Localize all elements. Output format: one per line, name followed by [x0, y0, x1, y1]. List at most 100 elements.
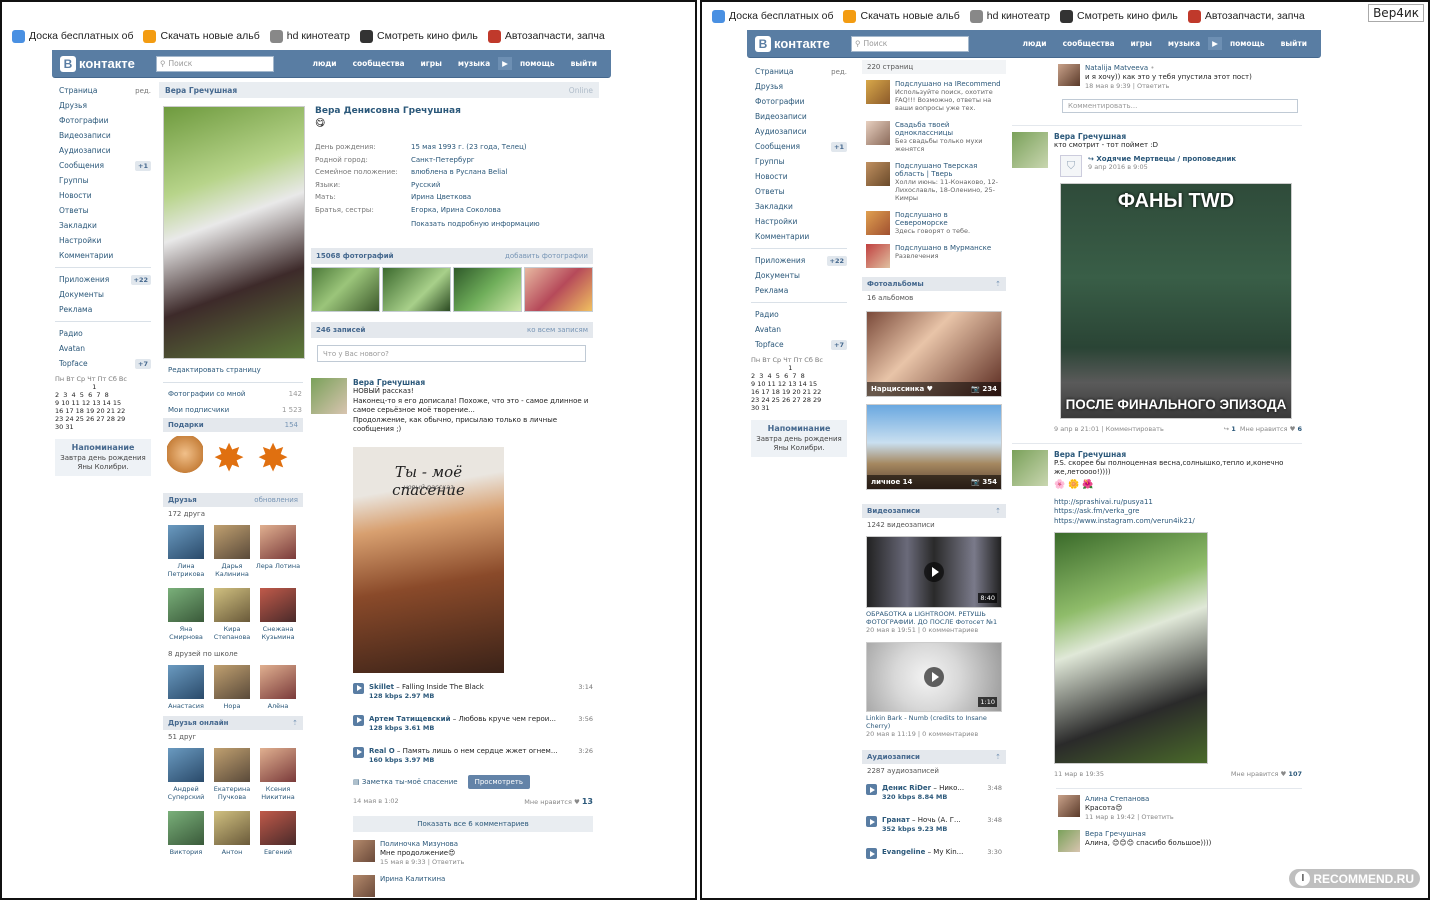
friend-item[interactable]: Кира Степанова [209, 588, 255, 641]
audio-track[interactable]: Денис RiDer – Нико... 320 kbps 8.84 MB 3:4… [866, 784, 1002, 802]
search-input[interactable]: ⚲ Поиск [156, 55, 274, 72]
friend-avatar[interactable] [168, 525, 204, 559]
friend-item[interactable]: Екатерина Пучкова [209, 748, 255, 801]
wall-bar[interactable]: 246 записей ко всем записям [311, 322, 593, 338]
calendar-row[interactable]: 16 17 18 19 20 21 22 [55, 407, 151, 415]
nav-music[interactable]: музыка [1160, 39, 1208, 48]
calendar-row[interactable]: 2 3 4 5 6 7 8 [751, 372, 847, 380]
calendar-row[interactable]: 2 3 4 5 6 7 8 [55, 391, 151, 399]
post-cover-image[interactable]: Ты - моё спасение новый рассказ [353, 446, 504, 673]
photo-thumb[interactable] [382, 267, 451, 312]
calendar-row[interactable]: 23 24 25 26 27 28 29 [55, 415, 151, 423]
post-link[interactable]: https://ask.fm/verka_gre [1054, 507, 1302, 517]
public-page-item[interactable]: Подслушано в Североморске Здесь говорят о… [866, 211, 1002, 235]
play-icon[interactable] [353, 746, 364, 758]
sidebar-item[interactable]: Комментарии [55, 248, 151, 263]
sidebar-item[interactable]: Комментарии [751, 229, 847, 244]
audio-track[interactable]: Skillet – Falling Inside The Black 128 kb… [353, 682, 593, 701]
bookmark-item[interactable]: Автозапчасти, запча [487, 29, 605, 43]
post-link[interactable]: http://sprashivai.ru/pusya11 [1054, 498, 1302, 508]
commenter-avatar[interactable] [1058, 830, 1080, 852]
sidebar-item[interactable]: Новости [55, 188, 151, 203]
public-avatar[interactable] [866, 211, 890, 235]
photos-bar[interactable]: 15068 фотографий добавить фотографии [311, 248, 593, 264]
wall-post-input[interactable]: Что у Вас нового? [317, 345, 586, 362]
nav-communities[interactable]: сообщества [345, 59, 413, 68]
videos-bar[interactable]: Видеозаписи ⇡ [862, 504, 1006, 518]
sidebar-item[interactable]: Радио [751, 307, 847, 322]
online-friends-bar[interactable]: Друзья онлайн ⇡ [163, 716, 303, 730]
like-heart-icon[interactable]: ♥ [1290, 425, 1296, 433]
post-date[interactable]: 11 мар в 19:35 [1054, 770, 1104, 778]
birthday-reminder[interactable]: Напоминание Завтра день рождения Яны Коли… [751, 420, 847, 457]
calendar-row[interactable]: 1 [55, 383, 151, 391]
friend-avatar[interactable] [214, 665, 250, 699]
friend-avatar[interactable] [260, 748, 296, 782]
sidebar-item[interactable]: Документы [55, 287, 151, 302]
sidebar-item[interactable]: Реклама [751, 283, 847, 298]
post-date[interactable]: 14 мая в 1:02 [353, 797, 399, 806]
nav-people[interactable]: люди [304, 59, 344, 68]
vk-logo[interactable]: Вконтакте [60, 55, 156, 72]
albums-bar[interactable]: Фотоальбомы ⇡ [862, 277, 1006, 291]
like-button[interactable]: Мне нравится ♥ 13 [524, 797, 593, 806]
friend-avatar[interactable] [168, 748, 204, 782]
friend-item[interactable]: Евгений [255, 811, 301, 856]
calendar-row[interactable]: 30 31 [55, 423, 151, 431]
sidebar-item[interactable]: Группы [751, 154, 847, 169]
friend-item[interactable]: Снежана Кузьмина [255, 588, 301, 641]
calendar-row[interactable]: 9 10 11 12 13 14 15 [55, 399, 151, 407]
friends-bar[interactable]: Друзья обновления [163, 493, 303, 507]
commenter-avatar[interactable] [353, 874, 375, 897]
audio-track[interactable]: Real O – Память лишь о нем сердце жжет о… [353, 746, 593, 765]
commenter-avatar[interactable] [1058, 795, 1080, 817]
friend-avatar[interactable] [214, 525, 250, 559]
sidebar-item[interactable]: Аудиозаписи [751, 124, 847, 139]
friend-avatar[interactable] [168, 811, 204, 845]
view-button[interactable]: Просмотреть [467, 774, 530, 789]
friend-item[interactable]: Нора [209, 665, 255, 710]
post-author-avatar[interactable] [1012, 132, 1048, 168]
sidebar-item[interactable]: Видеозаписи [55, 128, 151, 143]
bookmark-item[interactable]: Доска бесплатных об [12, 29, 133, 43]
calendar-row[interactable]: 1 [751, 364, 847, 372]
music-play-icon[interactable]: ▶ [1208, 37, 1222, 50]
public-avatar[interactable] [866, 121, 890, 145]
bookmark-item[interactable]: Смотреть кино филь [1060, 9, 1178, 23]
audio-track[interactable]: Артем Татищевский – Любовь круче чем гер… [353, 714, 593, 733]
bookmark-item[interactable]: hd кинотеатр [969, 9, 1050, 23]
play-icon[interactable] [866, 816, 877, 827]
friend-avatar[interactable] [260, 665, 296, 699]
post-author-avatar[interactable] [311, 378, 347, 414]
sidebar-item[interactable]: Ответы [751, 184, 847, 199]
friend-avatar[interactable] [260, 525, 296, 559]
show-all-comments-button[interactable]: Показать все 6 комментариев [353, 815, 593, 832]
bookmark-item[interactable]: Смотреть кино филь [360, 29, 478, 43]
post-author[interactable]: Вера Гречушная [1054, 450, 1302, 459]
sidebar-item[interactable]: Друзья [55, 98, 151, 113]
nav-games[interactable]: игры [1123, 39, 1160, 48]
friend-avatar[interactable] [214, 588, 250, 622]
gift-star-icon[interactable]: ✸ [211, 436, 247, 480]
sidebar-item[interactable]: Фотографии [55, 113, 151, 128]
friend-item[interactable]: Лера Лотина [255, 525, 301, 578]
gift-star-icon[interactable]: ✸ [255, 436, 291, 480]
nav-help[interactable]: помощь [1222, 39, 1273, 48]
play-icon[interactable] [353, 714, 364, 726]
subscribers-link[interactable]: Мои подписчики 1 523 [168, 406, 302, 414]
edit-page-link[interactable]: Редактировать страницу [168, 366, 261, 374]
bookmark-item[interactable]: Скачать новые альб [843, 9, 960, 23]
calendar-row[interactable]: 30 31 [751, 404, 847, 412]
sidebar-item[interactable]: Фотографии [751, 94, 847, 109]
nav-people[interactable]: люди [1014, 39, 1054, 48]
nav-help[interactable]: помощь [512, 59, 563, 68]
post-date[interactable]: 9 апр в 21:01 | Комментировать [1054, 425, 1164, 433]
sidebar-item[interactable]: Страница ред. [55, 83, 151, 98]
commenter-avatar[interactable] [1058, 64, 1080, 86]
audio-bar[interactable]: Аудиозаписи ⇡ [862, 750, 1006, 764]
friend-item[interactable]: Яна Смирнова [163, 588, 209, 641]
friend-item[interactable]: Анастасия [163, 665, 209, 710]
birthday-reminder[interactable]: Напоминание Завтра день рождения Яны Коли… [55, 439, 151, 476]
album-tile[interactable]: личное 14 📷 354 [866, 404, 1002, 490]
like-heart-icon[interactable]: ♥ [1281, 770, 1287, 778]
